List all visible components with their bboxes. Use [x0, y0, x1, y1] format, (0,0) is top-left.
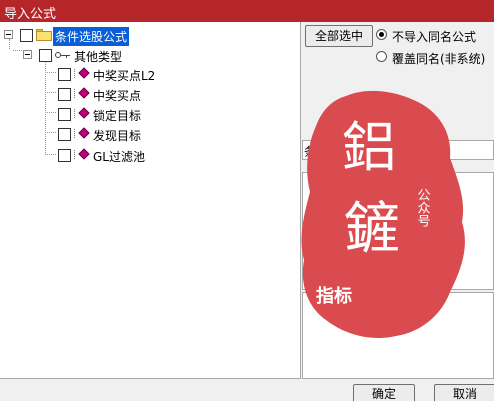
radio-indicator[interactable]	[376, 51, 387, 62]
window-title: 导入公式	[4, 7, 57, 22]
item-label[interactable]: 锁定目标	[93, 107, 141, 124]
select-all-button[interactable]: 全部选中	[305, 25, 373, 47]
seal-bottom-text: 指标	[316, 285, 352, 307]
seal-side-text: 公众号	[415, 188, 431, 227]
tree-line	[13, 50, 22, 51]
group-checkbox[interactable]	[39, 49, 52, 62]
group-label[interactable]: 其他类型	[74, 48, 122, 65]
seal-glyph-2: 鏟	[344, 197, 400, 262]
folder-icon	[36, 29, 52, 41]
watermark-seal: 鋁 鏟 公众号 指标	[301, 90, 465, 339]
radio-indicator[interactable]	[376, 29, 387, 40]
collapse-toggle[interactable]	[23, 50, 32, 59]
item-checkbox[interactable]	[58, 149, 71, 162]
root-checkbox[interactable]	[20, 29, 33, 42]
formula-icon	[74, 87, 90, 99]
cancel-button[interactable]: 取消	[434, 384, 494, 401]
item-checkbox[interactable]	[58, 68, 71, 81]
radio-skip-duplicates[interactable]: 不导入同名公式	[376, 28, 494, 44]
item-label[interactable]: 中奖买点L2	[93, 67, 155, 84]
tree-line	[45, 132, 56, 133]
collapse-toggle[interactable]	[4, 30, 13, 39]
ok-button[interactable]: 确定	[353, 384, 415, 401]
item-checkbox[interactable]	[58, 88, 71, 101]
tree-line	[45, 92, 56, 93]
root-label[interactable]: 条件选股公式	[53, 27, 130, 46]
item-label[interactable]: 中奖买点	[93, 87, 141, 104]
formula-icon	[74, 67, 90, 79]
item-label[interactable]: GL过滤池	[93, 148, 145, 165]
item-checkbox[interactable]	[58, 108, 71, 121]
tree-line	[45, 72, 56, 73]
radio-label: 不导入同名公式	[392, 30, 477, 44]
formula-tree[interactable]: 条件选股公式 其他类型 中奖买点L2 中奖买点 锁定目标 发现目标 GL过滤池	[0, 22, 301, 379]
key-icon	[55, 51, 71, 59]
formula-icon	[74, 127, 90, 139]
tree-line	[45, 154, 56, 155]
item-checkbox[interactable]	[58, 128, 71, 141]
tree-line	[9, 39, 10, 49]
radio-overwrite-duplicates[interactable]: 覆盖同名(非系统)	[376, 50, 494, 66]
formula-icon	[74, 148, 90, 160]
radio-label: 覆盖同名(非系统)	[392, 52, 486, 66]
title-bar: 导入公式	[0, 0, 494, 22]
formula-icon	[74, 107, 90, 119]
tree-line	[45, 54, 46, 155]
item-label[interactable]: 发现目标	[93, 127, 141, 144]
tree-line	[45, 112, 56, 113]
seal-glyph-1: 鋁	[342, 116, 396, 179]
